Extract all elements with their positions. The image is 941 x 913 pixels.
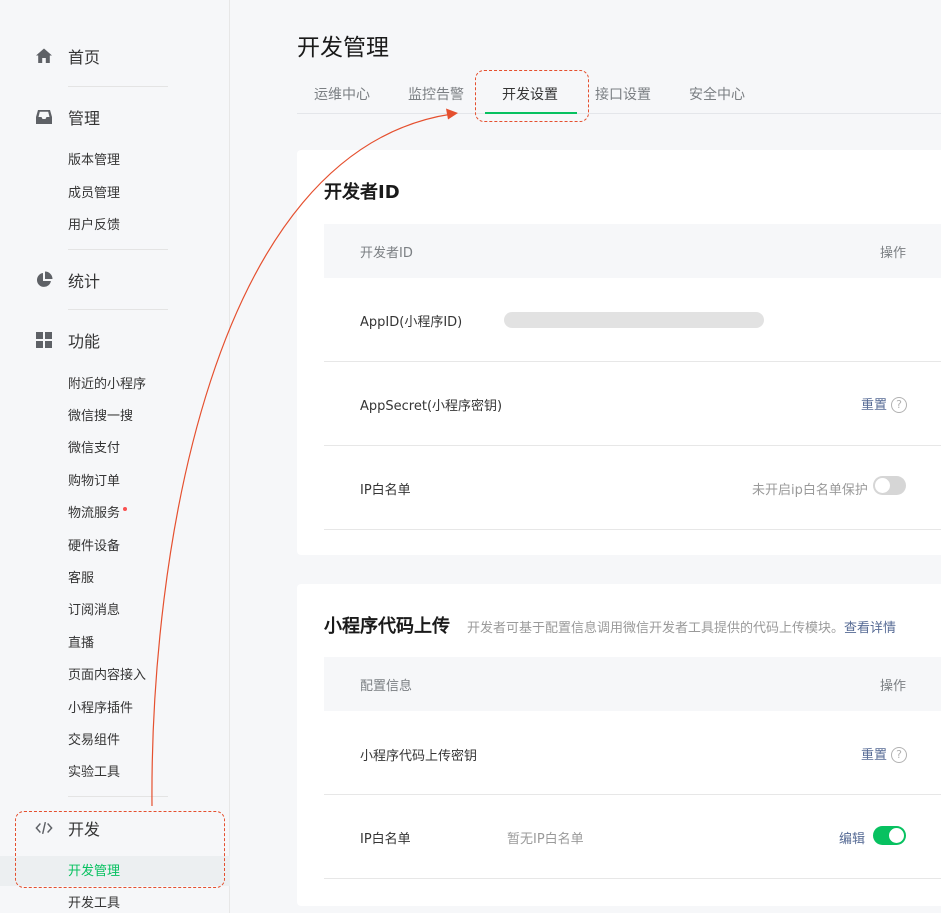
developer-id-table-header: 开发者ID 操作 (324, 224, 941, 278)
toggle-knob (875, 478, 890, 493)
appsecret-actions: 重置? (861, 394, 908, 413)
code-upload-title: 小程序代码上传 (324, 616, 450, 637)
ip-whitelist-status: 未开启ip白名单保护 (752, 483, 868, 498)
appid-label: AppID(小程序ID) (360, 315, 463, 330)
appsecret-label: AppSecret(小程序密钥) (360, 399, 503, 414)
upload-key-label: 小程序代码上传密钥 (360, 749, 478, 764)
tab-ops-center[interactable]: 运维中心 (314, 84, 370, 104)
appsecret-reset-link[interactable]: 重置 (861, 398, 887, 413)
new-badge-dot (123, 507, 128, 511)
column-developer-id: 开发者ID (360, 246, 413, 261)
code-upload-desc-text: 开发者可基于配置信息调用微信开发者工具提供的代码上传模块。 (467, 621, 845, 636)
upload-ip-value: 暂无IP白名单 (507, 832, 584, 847)
ip-whitelist-row: IP白名单 未开启ip白名单保护 (324, 446, 941, 530)
upload-ip-toggle[interactable] (873, 826, 906, 845)
upload-key-reset-link[interactable]: 重置 (861, 748, 887, 763)
help-icon[interactable]: ? (891, 396, 908, 413)
appid-redacted-value (504, 312, 764, 328)
nav-home[interactable]: 首页 (0, 38, 230, 74)
ip-whitelist-label: IP白名单 (360, 483, 411, 498)
tab-bar: 运维中心 监控告警 开发设置 接口设置 安全中心 (297, 74, 941, 114)
code-upload-table-header: 配置信息 操作 (324, 657, 941, 711)
nav-features[interactable]: 功能 (0, 322, 230, 358)
nav-shopping-orders[interactable]: 购物订单 (68, 471, 120, 493)
developer-id-title: 开发者ID (324, 182, 400, 203)
nav-features-label: 功能 (68, 332, 101, 351)
nav-home-label: 首页 (68, 48, 101, 67)
page-title: 开发管理 (297, 35, 389, 61)
tab-api-settings[interactable]: 接口设置 (595, 84, 651, 104)
nav-member-manage[interactable]: 成员管理 (68, 183, 120, 205)
home-icon (35, 47, 53, 65)
nav-trade-components[interactable]: 交易组件 (68, 730, 120, 752)
divider (68, 249, 168, 250)
help-icon[interactable]: ? (891, 746, 908, 763)
nav-page-content-access[interactable]: 页面内容接入 (68, 665, 146, 687)
upload-ip-row: IP白名单 暂无IP白名单 编辑 (324, 795, 941, 879)
divider (68, 86, 168, 87)
divider (68, 796, 168, 797)
nav-logistics[interactable]: 物流服务 (68, 503, 128, 525)
upload-ip-edit-link[interactable]: 编辑 (839, 828, 865, 847)
grid-icon (35, 331, 53, 349)
upload-ip-label: IP白名单 (360, 832, 411, 847)
nav-dev-tools[interactable]: 开发工具 (68, 893, 120, 913)
nav-version-manage[interactable]: 版本管理 (68, 150, 120, 172)
upload-key-actions: 重置? (861, 744, 908, 763)
column-actions: 操作 (880, 246, 907, 261)
column-config-info: 配置信息 (360, 679, 413, 694)
nav-stats-label: 统计 (68, 272, 101, 291)
nav-subscription-messages[interactable]: 订阅消息 (68, 600, 120, 622)
nav-wechat-search[interactable]: 微信搜一搜 (68, 406, 133, 428)
column-actions: 操作 (880, 679, 907, 694)
upload-key-row: 小程序代码上传密钥 重置? (324, 711, 941, 795)
nav-lab-tools[interactable]: 实验工具 (68, 762, 120, 784)
nav-live-stream[interactable]: 直播 (68, 633, 94, 655)
inbox-icon (35, 108, 53, 126)
nav-hardware[interactable]: 硬件设备 (68, 536, 120, 558)
sidebar-highlight-annotation (15, 811, 225, 888)
pie-chart-icon (35, 271, 53, 289)
nav-stats[interactable]: 统计 (0, 262, 230, 298)
sidebar: 首页 管理 版本管理 成员管理 用户反馈 统计 功能 附近的小程序 微信搜一搜 … (0, 0, 230, 913)
nav-manage-label: 管理 (68, 109, 101, 128)
appid-row: AppID(小程序ID) (324, 278, 941, 362)
appsecret-row: AppSecret(小程序密钥) 重置? (324, 362, 941, 446)
code-upload-card: 小程序代码上传 开发者可基于配置信息调用微信开发者工具提供的代码上传模块。查看详… (297, 584, 941, 906)
toggle-knob (889, 828, 904, 843)
developer-id-card: 开发者ID 开发者ID 操作 AppID(小程序ID) AppSecret(小程… (297, 150, 941, 555)
nav-wechat-pay[interactable]: 微信支付 (68, 438, 120, 460)
tab-highlight-annotation (475, 70, 589, 122)
nav-customer-service[interactable]: 客服 (68, 568, 94, 590)
code-upload-description: 开发者可基于配置信息调用微信开发者工具提供的代码上传模块。查看详情 (467, 617, 896, 636)
view-details-link[interactable]: 查看详情 (844, 621, 896, 636)
nav-logistics-label: 物流服务 (68, 506, 121, 521)
nav-user-feedback[interactable]: 用户反馈 (68, 215, 120, 237)
divider (68, 309, 168, 310)
tab-security-center[interactable]: 安全中心 (689, 84, 745, 104)
ip-whitelist-toggle[interactable] (873, 476, 906, 495)
tab-monitoring-alerts[interactable]: 监控告警 (408, 84, 464, 104)
nav-nearby-miniprogram[interactable]: 附近的小程序 (68, 374, 146, 396)
nav-manage[interactable]: 管理 (0, 99, 230, 135)
nav-plugins[interactable]: 小程序插件 (68, 698, 133, 720)
